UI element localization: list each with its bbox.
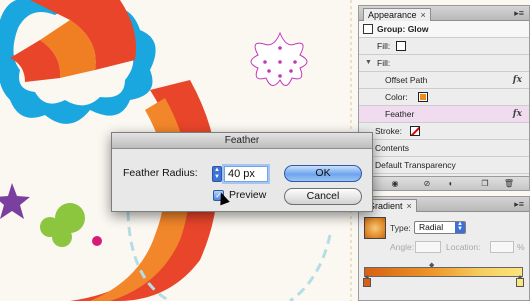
tab-appearance-label: Appearance bbox=[368, 10, 417, 20]
stroke-none-swatch-icon[interactable] bbox=[410, 126, 420, 136]
gradient-type-label: Type: bbox=[390, 223, 411, 233]
fill-expanded-label: Fill: bbox=[377, 58, 391, 68]
disclosure-triangle-icon[interactable]: ▼ bbox=[365, 55, 372, 71]
feather-radius-label: Feather Radius: bbox=[123, 167, 198, 179]
clear-icon[interactable]: ⊘ bbox=[421, 179, 433, 189]
default-transparency-label: Default Transparency bbox=[375, 160, 456, 170]
stroke-label: Stroke: bbox=[375, 126, 402, 136]
select-arrows-icon: ▲ ▼ bbox=[455, 221, 465, 233]
group-label: Group: Glow bbox=[377, 24, 429, 34]
appearance-row-contents[interactable]: Contents bbox=[359, 140, 529, 157]
gradient-preview-swatch[interactable] bbox=[364, 217, 386, 239]
green-blob-2 bbox=[52, 227, 72, 247]
gradient-type-value: Radial bbox=[419, 222, 444, 232]
appearance-row-stroke[interactable]: Stroke: bbox=[359, 123, 529, 140]
angle-label: Angle: bbox=[390, 242, 415, 252]
appearance-row-default-transparency[interactable]: Default Transparency bbox=[359, 157, 529, 174]
appearance-row-group[interactable]: Group: Glow bbox=[359, 21, 529, 38]
appearance-row-feather[interactable]: Feather fx bbox=[359, 106, 529, 123]
magenta-dot bbox=[92, 236, 102, 246]
delete-icon[interactable]: 🗑 bbox=[503, 179, 515, 189]
fill-label: Fill: bbox=[377, 41, 391, 51]
anchor-point bbox=[263, 60, 267, 64]
duplicate-icon[interactable]: ❐ bbox=[479, 179, 491, 189]
cancel-button[interactable]: Cancel bbox=[284, 188, 362, 205]
anchor-point bbox=[278, 60, 282, 64]
appearance-panel: Appearance × ▸≡ Group: Glow Fill: ▼ Fill:… bbox=[358, 5, 530, 191]
selected-flower-shape[interactable] bbox=[250, 31, 308, 86]
ok-button[interactable]: OK bbox=[284, 165, 362, 182]
feather-radius-input[interactable] bbox=[224, 166, 268, 182]
angle-field[interactable] bbox=[415, 241, 441, 253]
percent-label: % bbox=[517, 242, 525, 252]
appearance-row-fill[interactable]: Fill: bbox=[359, 38, 529, 55]
fill-none-swatch-icon[interactable] bbox=[396, 41, 406, 51]
contents-label: Contents bbox=[375, 143, 410, 153]
anchor-point bbox=[289, 69, 293, 73]
appearance-tabbar: Appearance × ▸≡ bbox=[359, 6, 529, 21]
panel-menu-icon[interactable]: ▸≡ bbox=[514, 199, 524, 210]
offset-path-label: Offset Path bbox=[385, 75, 428, 85]
mouse-cursor-icon bbox=[216, 190, 230, 206]
anchor-point bbox=[278, 74, 282, 78]
panel-menu-icon[interactable]: ▸≡ bbox=[514, 8, 524, 19]
color-label: Color: bbox=[385, 92, 408, 102]
location-label: Location: bbox=[446, 242, 481, 252]
purple-star bbox=[0, 183, 30, 219]
feather-effect-label: Feather bbox=[385, 109, 415, 119]
gradient-type-select[interactable]: Radial ▲ ▼ bbox=[414, 221, 466, 234]
appearance-row-color[interactable]: Color: bbox=[359, 89, 529, 106]
tab-appearance[interactable]: Appearance × bbox=[363, 8, 431, 21]
gradient-slider-bar[interactable] bbox=[364, 267, 523, 277]
close-icon[interactable]: × bbox=[407, 201, 412, 211]
object-thumbnail-icon bbox=[363, 24, 373, 34]
location-field[interactable] bbox=[490, 241, 514, 253]
fx-icon[interactable]: fx bbox=[513, 106, 522, 122]
gradient-stop-right[interactable] bbox=[516, 275, 524, 287]
appearance-row-offset-path[interactable]: Offset Path fx bbox=[359, 72, 529, 89]
appearance-toolbar: ◉ ⊘ ◐ ❐ 🗑 bbox=[359, 176, 529, 190]
reduce-icon[interactable]: ◐ bbox=[445, 179, 457, 189]
preview-label: Preview bbox=[229, 189, 267, 201]
dashed-arc-right bbox=[289, 234, 332, 301]
visibility-icon[interactable]: ◉ bbox=[389, 179, 401, 189]
gradient-tabbar: Gradient × ▸≡ bbox=[359, 197, 529, 212]
orange-color-swatch-icon[interactable] bbox=[418, 92, 428, 102]
anchor-point bbox=[267, 69, 271, 73]
close-icon[interactable]: × bbox=[421, 10, 426, 20]
gradient-stop-left[interactable] bbox=[363, 275, 371, 287]
dialog-title: Feather bbox=[112, 133, 372, 149]
gradient-panel: Gradient × ▸≡ Type: Radial ▲ ▼ Angle: Loca… bbox=[358, 196, 530, 301]
anchor-point bbox=[278, 46, 282, 50]
feather-dialog: Feather Feather Radius: ▲▼ OK Cancel ✓ P… bbox=[111, 132, 373, 212]
tab-gradient-label: Gradient bbox=[368, 201, 403, 211]
feather-radius-stepper[interactable]: ▲ ▼ bbox=[212, 166, 222, 182]
fx-icon[interactable]: fx bbox=[513, 72, 522, 88]
appearance-row-fill-expanded[interactable]: ▼ Fill: bbox=[359, 55, 529, 72]
anchor-point bbox=[293, 60, 297, 64]
